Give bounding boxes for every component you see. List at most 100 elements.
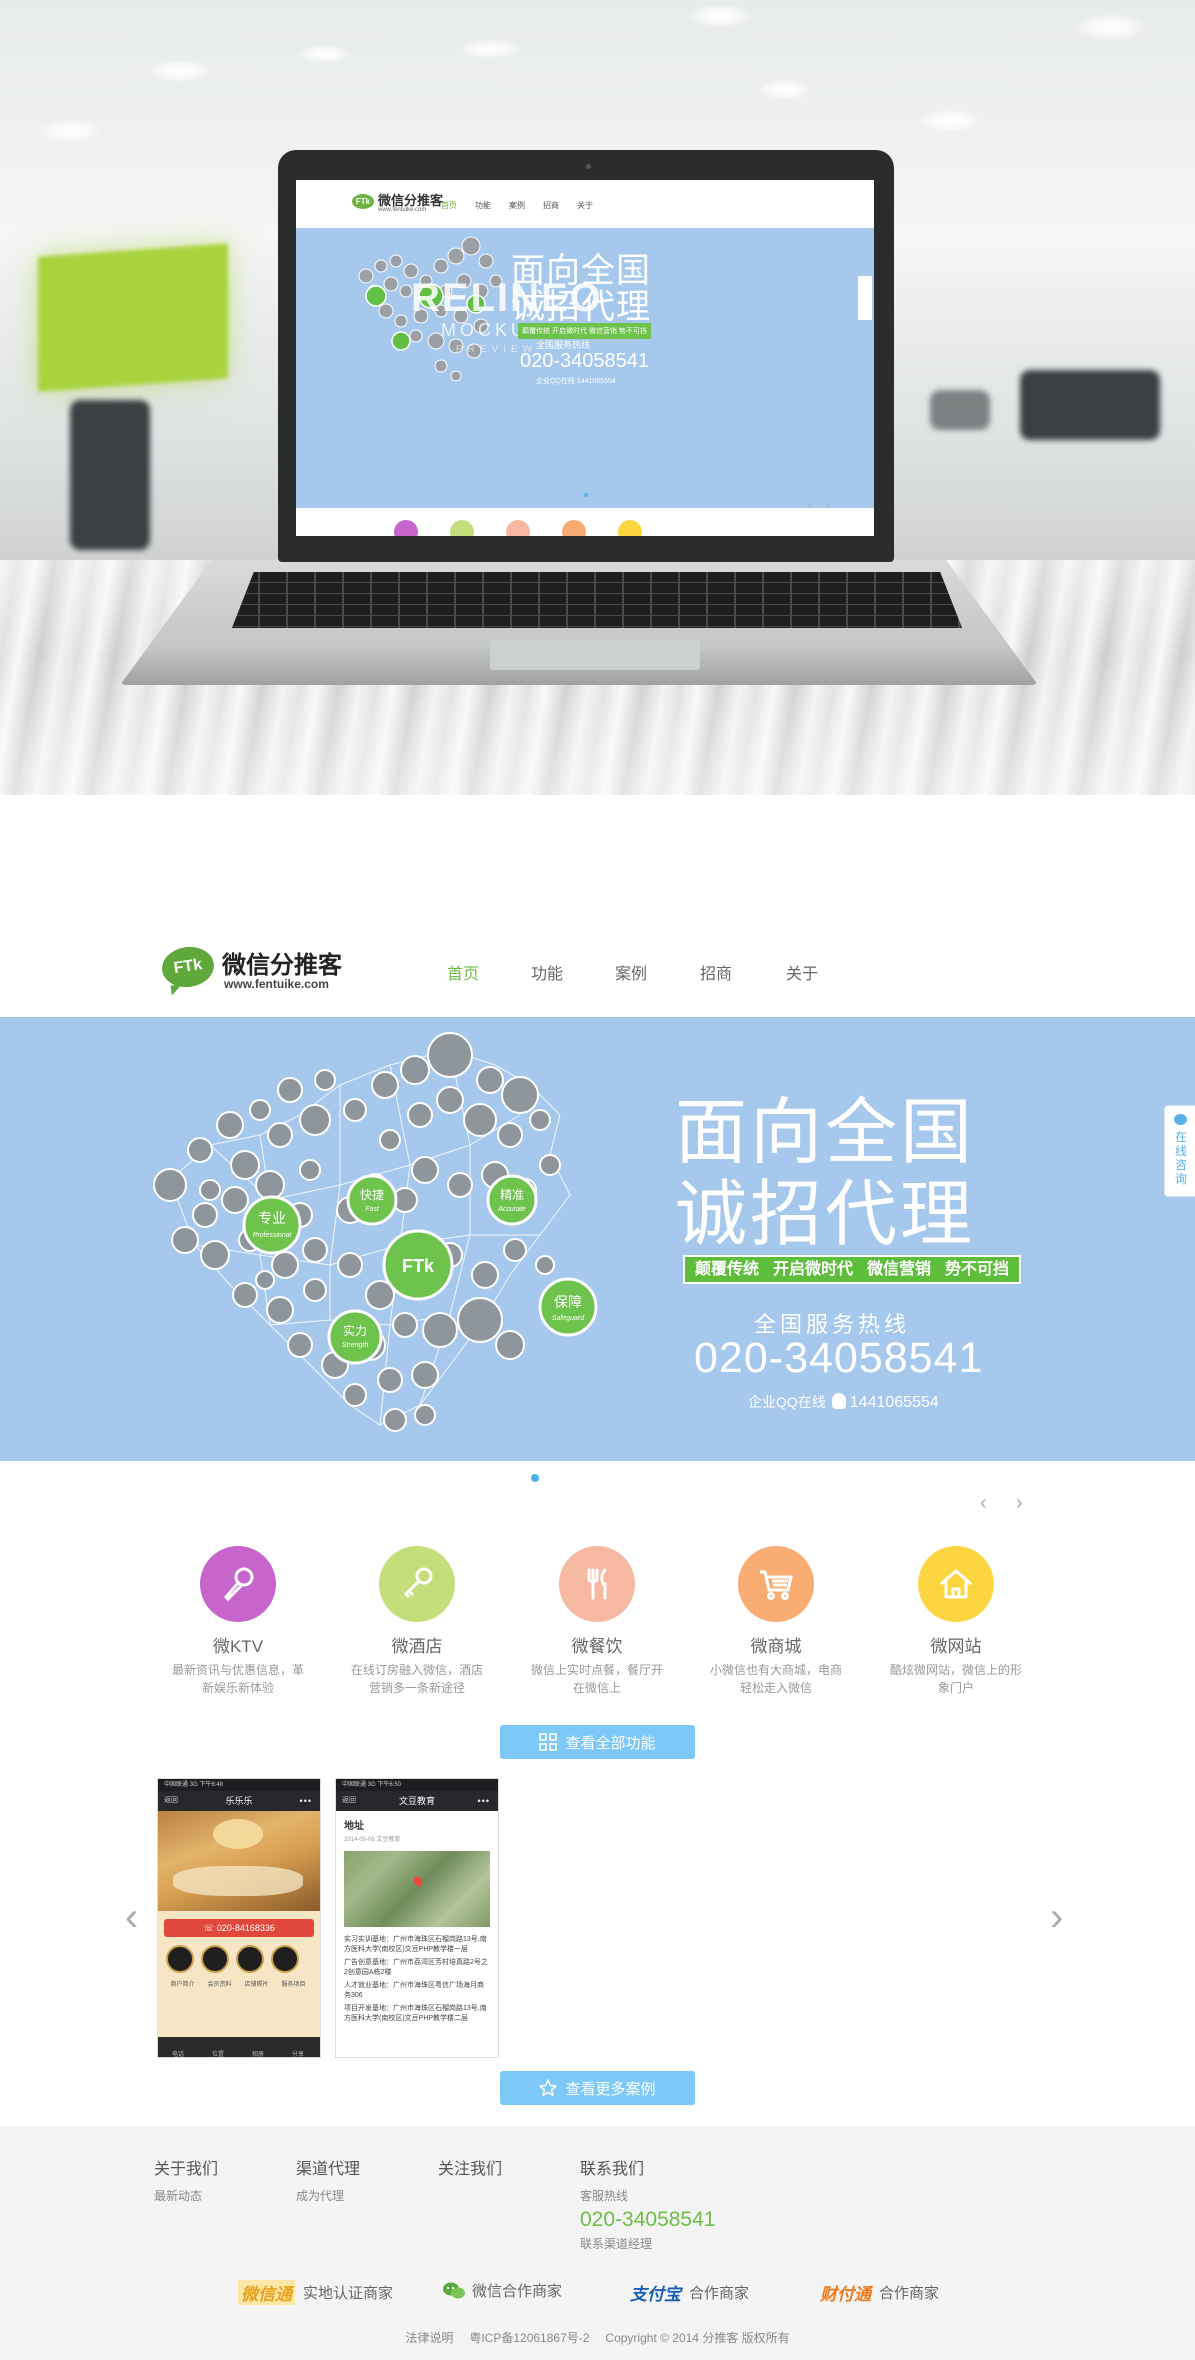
nav-home[interactable]: 首页 [447,960,479,984]
map-badge-safeguard: 保障 [554,1294,582,1310]
case-address: 项目开发基地：广州市海珠区石榴岗路13号,南方医科大学(南校区)文豆PHP教学楼… [344,2005,487,2022]
feature-desc: 最新资讯与优惠信息，革新娱乐新体验 [172,1663,305,1695]
feature-circle [379,1546,455,1622]
partner-label: 实地认证商家 [303,2285,394,2302]
mini-feature-icons [394,520,784,536]
case-body: 地址 2014-05-06 文豆教育 实习实训基地：广州市海珠区石榴岗路13号,… [336,1811,498,2033]
feature-restaurant[interactable]: 微餐饮 微信上实时点餐，餐厅开在微信上 [529,1546,665,1697]
online-consult-button[interactable]: 在线咨询 [1164,1105,1195,1197]
feature-circle [918,1546,994,1622]
hero-banner[interactable]: 专业 Professional 快捷 Fast 精准 Accurate 保障 S… [0,1017,1195,1461]
nav-about[interactable]: 关于 [786,960,818,984]
ceiling-light [690,5,750,27]
ceiling-light [40,120,100,142]
footer-col-title: 关于我们 [154,2161,219,2178]
case-heading: 地址 [344,1821,364,1832]
phone-back: 返回 [342,1797,356,1804]
star-icon [539,2079,558,2097]
case-address-list: 实习实训基地：广州市海珠区石榴岗路13号,南方医科大学(南校区)文豆PHP教学楼… [344,1935,490,2024]
feature-hotel[interactable]: 微酒店 在线订房融入微信，酒店营销多一条新途径 [349,1546,485,1697]
banner-phone: 020-34058541 [694,1334,984,1382]
slider-prev-arrow[interactable]: ‹ [980,1492,987,1515]
site-logo[interactable]: FTk 微信分推客 www.fentuike.com [159,943,362,995]
house-icon [940,1569,972,1599]
feature-website[interactable]: 微网站 酷炫微网站，微信上的形象门户 [888,1546,1024,1697]
slider-dot-active[interactable] [531,1474,539,1482]
laptop-screen: FTk 微信分推客 www.fentuike.com 首页 功能 案例 招商 关于 [296,180,874,536]
map-center-logo: FTk [402,1256,435,1276]
partner-tenpay[interactable]: 财付通 合作商家 [820,2280,939,2305]
cutlery-icon [587,1568,607,1600]
mini-slider-arrows: ‹ › [808,500,836,511]
nav-cases[interactable]: 案例 [615,960,647,984]
banner-tag: 颠覆传统 [695,1261,760,1278]
phone-tab-bar: 电话 位置 相册 分享 [158,2037,320,2057]
case-icon-label: 商户简介 [170,1982,195,1988]
ceiling-light [1075,14,1145,40]
case-icon-labels: 商户简介 会员资料 店铺照片 服务项目 [164,1979,316,1988]
feature-mall[interactable]: 微商城 小微信也有大商城，电商轻松走入微信 [708,1546,844,1697]
legal-link[interactable]: 法律说明 [405,2331,453,2345]
feature-circle [200,1546,276,1622]
feature-desc: 酷炫微网站，微信上的形象门户 [890,1663,1023,1695]
case-photo [158,1811,320,1911]
case-card[interactable]: 中国联通 3G 下午6:50 返回 文豆教育 ••• 地址 2014-05-06… [335,1778,499,2058]
slider-next-arrow[interactable]: › [1016,1492,1023,1515]
case-card[interactable]: 中国联通 3G 下午6:48 返回 乐乐乐 ••• ☏ 020-84168336… [157,1778,321,2058]
partner-label: 合作商家 [879,2285,940,2302]
copyright-text: Copyright © 2014 分推客 版权所有 [605,2331,790,2345]
chat-bubble-icon [1174,1114,1187,1125]
case-date: 2014-05-06 文豆教育 [344,1837,401,1843]
partner-wechat[interactable]: 微信合作商家 [442,2280,562,2301]
cases-prev-arrow[interactable]: ‹ [125,1895,138,1940]
case-menu-icon [271,1945,299,1973]
ceiling-light [460,40,520,58]
partner-label: 微信合作商家 [472,2283,563,2300]
view-more-cases-button[interactable]: 查看更多案例 [500,2071,695,2105]
weixintong-logo-icon: 微信通 [238,2280,295,2305]
mini-feature-icon [394,520,418,536]
feature-ktv[interactable]: 微KTV 最新资讯与优惠信息，革新娱乐新体验 [170,1546,306,1697]
banner-qq[interactable]: 企业QQ在线 1441065554 [748,1392,939,1412]
nav-franchise[interactable]: 招商 [700,960,732,984]
feature-desc: 小微信也有大商城，电商轻松走入微信 [710,1663,843,1695]
office-desk [1020,370,1160,440]
nav-features[interactable]: 功能 [531,960,563,984]
footer-col-channel: 渠道代理 成为代理 [296,2155,360,2204]
china-map-graphic: 专业 Professional 快捷 Fast 精准 Accurate 保障 S… [153,1032,598,1432]
phone-title-bar: 返回 文豆教育 ••• [336,1791,498,1811]
feature-name: 微KTV [212,1637,264,1656]
mini-slider-dot [584,493,588,497]
footer-link-news[interactable]: 最新动态 [154,2187,218,2204]
footer-link-become-agent[interactable]: 成为代理 [296,2187,360,2204]
mini-nav-item: 招商 [543,201,559,210]
partner-weixintong[interactable]: 微信通 实地认证商家 [238,2280,393,2305]
office-desk [930,390,990,430]
mini-logo-badge: FTk [352,194,374,210]
mini-nav-item: 关于 [577,201,593,210]
footer-col-title: 联系我们 [580,2161,645,2178]
cases-next-arrow[interactable]: › [1050,1895,1063,1940]
view-all-features-button[interactable]: 查看全部功能 [500,1725,695,1759]
icp-number[interactable]: 粤ICP备12061867号-2 [469,2331,589,2345]
mini-feature-icon [618,520,642,536]
phone-status-bar: 中国联通 3G 下午6:48 [158,1779,320,1791]
microphone-icon [223,1567,254,1602]
feature-name: 微餐饮 [571,1637,623,1656]
partner-alipay[interactable]: 支付宝 合作商家 [630,2280,749,2305]
mini-title-line: 诚招代理 [511,288,651,326]
tenpay-logo-icon: 财付通 [820,2285,871,2304]
mini-banner-tags: 颠覆传统 开启微时代 微信营销 势不可挡 [518,323,651,339]
footer-col-about: 关于我们 最新动态 [154,2155,218,2204]
case-icon-label: 会员资料 [207,1982,232,1988]
footer-col-contact: 联系我们 客服热线 020-34058541 联系渠道经理 [580,2155,715,2252]
feature-name: 微网站 [930,1637,982,1656]
case-icon-label: 服务项目 [281,1982,306,1988]
green-wall-board [38,243,228,392]
banner-title-line1: 面向全国 [675,1093,976,1173]
logo-name: 微信分推客 [222,952,342,979]
feature-circle [559,1546,635,1622]
case-map-image [344,1851,490,1927]
footer-link-contact-manager[interactable]: 联系渠道经理 [580,2235,715,2252]
map-badge-professional-en: Professional [253,1232,292,1239]
